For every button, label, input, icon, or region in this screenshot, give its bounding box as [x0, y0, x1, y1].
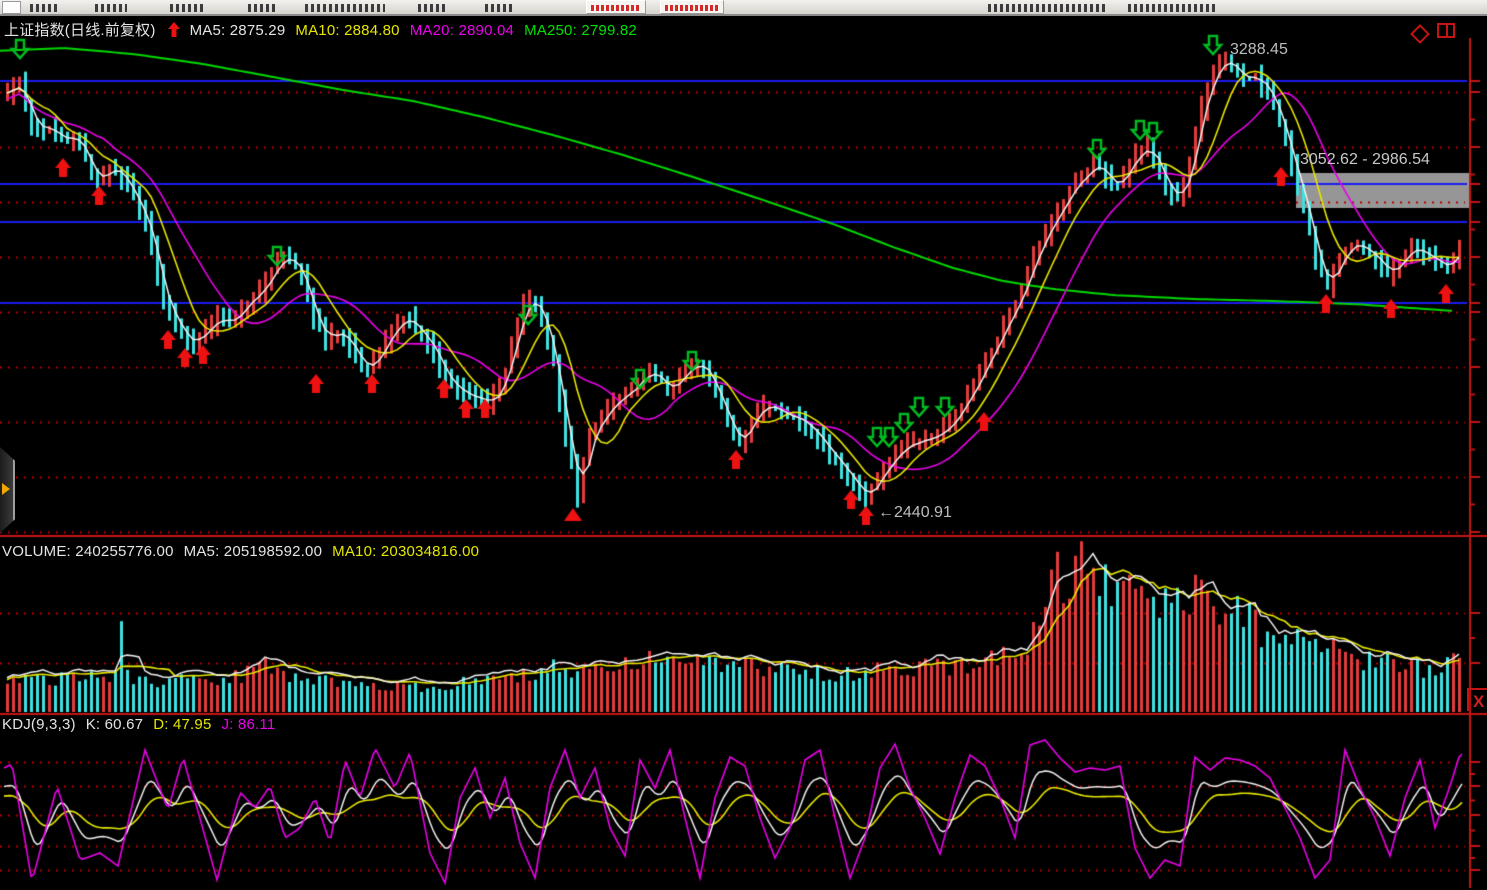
expand-right-icon	[2, 483, 10, 495]
toolbar-item[interactable]	[485, 4, 515, 12]
toolbar-item[interactable]	[248, 4, 278, 12]
kdj-header: KDJ(9,3,3) K: 60.67 D: 47.95 J: 86.11	[2, 716, 285, 733]
toolbar-item[interactable]	[1128, 4, 1218, 12]
up-arrow-icon	[168, 22, 180, 37]
ma20-readout: MA20: 2890.04	[410, 22, 514, 39]
volume-readout: VOLUME: 240255776.00	[2, 543, 174, 560]
toolbar-item[interactable]	[170, 4, 206, 12]
main-chart-header: 上证指数(日线.前复权) MA5: 2875.29 MA10: 2884.80 MA2…	[4, 19, 647, 40]
ma250-readout: MA250: 2799.82	[524, 22, 637, 39]
trading-terminal-window: 上证指数(日线.前复权) MA5: 2875.29 MA10: 2884.80 MA2…	[0, 0, 1487, 890]
sidebar-collapse-handle[interactable]	[0, 447, 15, 533]
app-icon[interactable]	[2, 1, 21, 14]
kdj-d-readout: D: 47.95	[153, 716, 211, 733]
toolbar-item[interactable]	[418, 4, 448, 12]
vol-ma5-readout: MA5: 205198592.00	[184, 543, 323, 560]
chart-canvas[interactable]	[0, 0, 1487, 890]
vol-ma10-readout: MA10: 203034816.00	[332, 543, 479, 560]
toolbar-item[interactable]	[988, 4, 1106, 12]
gap-range-label: 3052.62 - 2986.54	[1300, 151, 1430, 169]
volume-header: VOLUME: 240255776.00 MA5: 205198592.00 MA1…	[2, 543, 489, 560]
toolbar-red-button[interactable]	[586, 0, 646, 14]
toolbar-item[interactable]	[95, 4, 127, 12]
symbol-title: 上证指数(日线.前复权)	[4, 22, 156, 39]
ma5-readout: MA5: 2875.29	[190, 22, 286, 39]
peak-price-label: 3288.45	[1230, 41, 1288, 59]
toolbar-red-button[interactable]	[660, 0, 724, 14]
low-price-label: ←2440.91	[878, 504, 952, 522]
kdj-title: KDJ(9,3,3)	[2, 716, 76, 733]
toolbar-item[interactable]	[305, 4, 385, 12]
split-window-icon[interactable]	[1437, 23, 1455, 38]
kdj-j-readout: J: 86.11	[222, 716, 276, 733]
ma10-readout: MA10: 2884.80	[295, 22, 399, 39]
toolbar-item[interactable]	[30, 4, 58, 12]
top-toolbar	[0, 0, 1487, 16]
kdj-k-readout: K: 60.67	[86, 716, 143, 733]
indicator-x-label[interactable]: X	[1467, 688, 1487, 711]
